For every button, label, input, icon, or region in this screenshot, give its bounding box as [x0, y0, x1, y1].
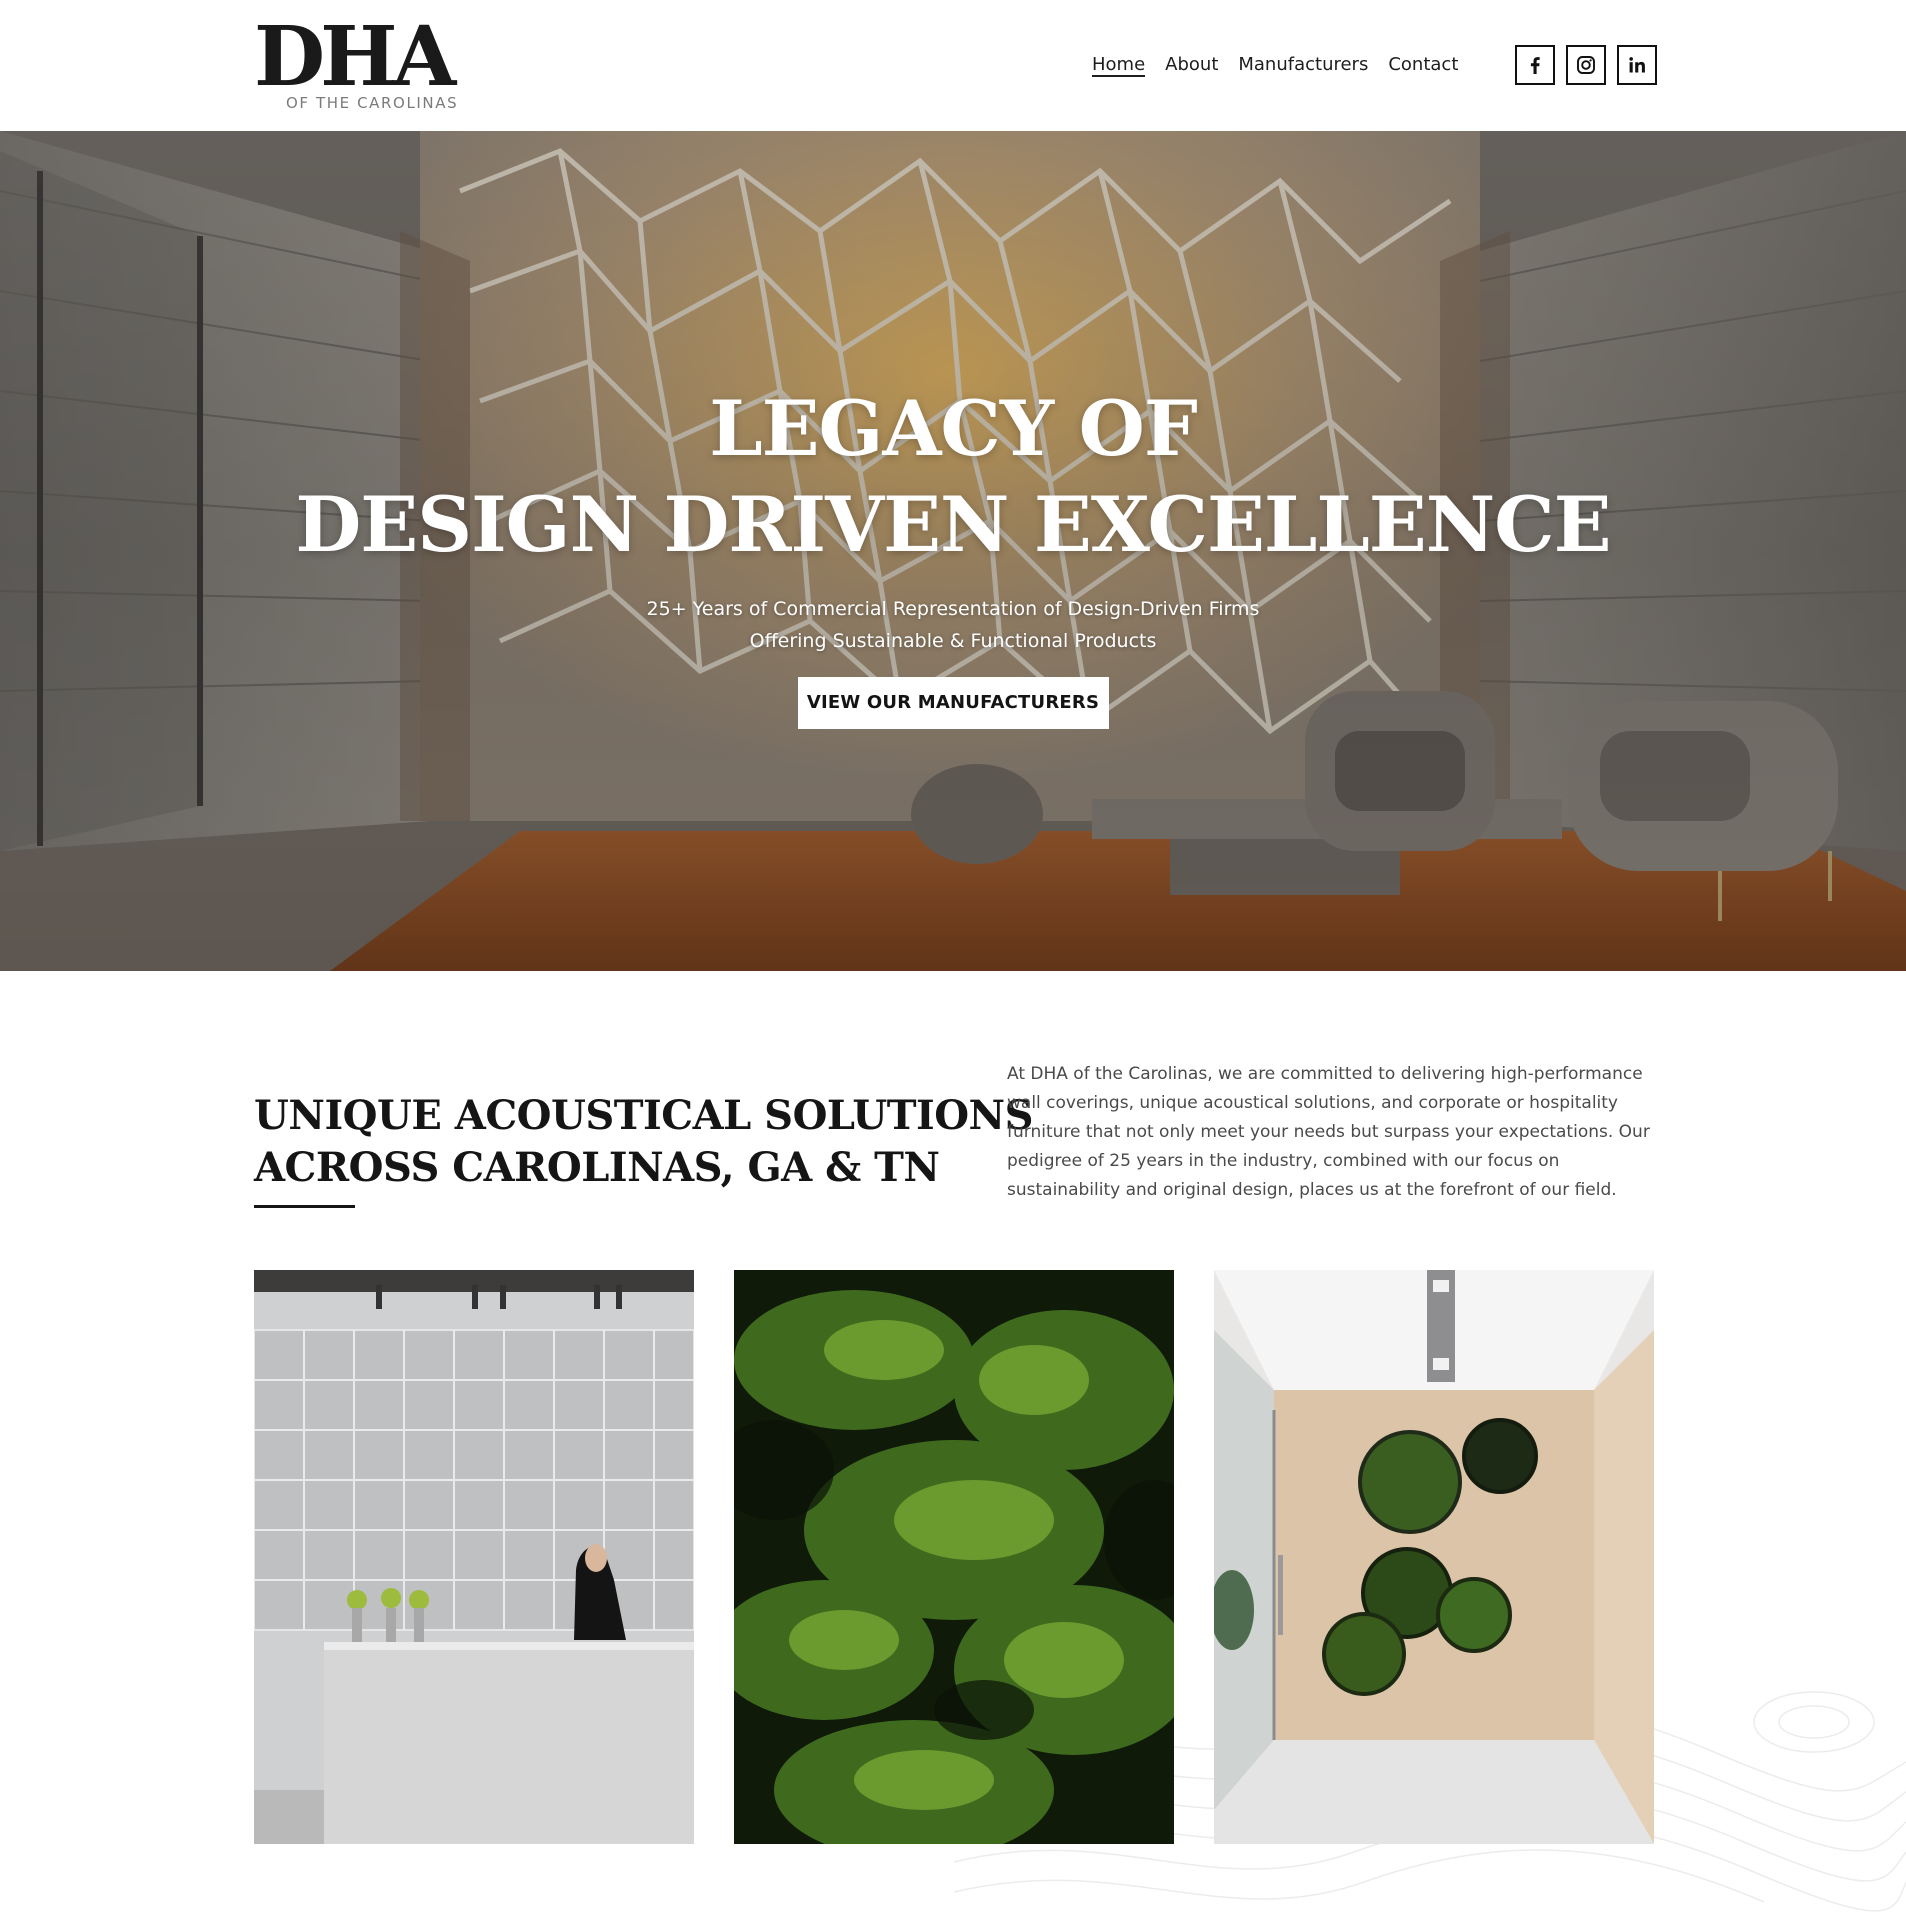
heading-underline	[254, 1205, 355, 1208]
logo-wordmark: DHA	[254, 9, 456, 105]
hero-title-line-2: DESIGN DRIVEN EXCELLENCE	[295, 480, 1611, 569]
instagram-link[interactable]	[1566, 45, 1606, 85]
hero-title: LEGACY OF DESIGN DRIVEN EXCELLENCE	[0, 381, 1906, 573]
section-heading-line-1: UNIQUE ACOUSTICAL SOLUTIONS	[254, 1092, 1034, 1139]
view-manufacturers-button[interactable]: VIEW OUR MANUFACTURERS	[797, 677, 1109, 729]
intro-paragraph: At DHA of the Carolinas, we are committe…	[1007, 1064, 1650, 1200]
gallery-image-moss	[734, 1270, 1174, 1844]
hero-title-line-1: LEGACY OF	[709, 384, 1198, 473]
site-header: DHA OF THE CAROLINAS Home About Manufact…	[0, 0, 1906, 131]
nav-about-link[interactable]: About	[1165, 53, 1218, 77]
social-links	[1515, 45, 1657, 85]
hero-subtitle-line-2: Offering Sustainable & Functional Produc…	[749, 630, 1157, 652]
nav-manufacturers-link[interactable]: Manufacturers	[1238, 53, 1368, 77]
reception-desk-image	[254, 1270, 694, 1844]
section-heading: UNIQUE ACOUSTICAL SOLUTIONS ACROSS CAROL…	[254, 1090, 1034, 1194]
nav-home-link[interactable]: Home	[1092, 53, 1146, 77]
instagram-icon	[1577, 56, 1595, 74]
linkedin-icon	[1629, 57, 1645, 73]
hero-subtitle-line-1: 25+ Years of Commercial Representation o…	[646, 598, 1260, 620]
facebook-icon	[1530, 57, 1540, 74]
gallery-image-hallway	[1214, 1270, 1654, 1844]
gallery-image-reception	[254, 1270, 694, 1844]
section-heading-line-2: ACROSS CAROLINAS, GA & TN	[254, 1144, 940, 1191]
main-nav: Home About Manufacturers Contact	[1092, 53, 1458, 77]
hero-content: LEGACY OF DESIGN DRIVEN EXCELLENCE 25+ Y…	[0, 381, 1906, 729]
moss-wall-hallway-image	[1214, 1270, 1654, 1844]
hero-subtitle: 25+ Years of Commercial Representation o…	[0, 593, 1906, 657]
facebook-link[interactable]	[1515, 45, 1555, 85]
site-logo[interactable]: DHA OF THE CAROLINAS	[254, 14, 476, 114]
linkedin-link[interactable]	[1617, 45, 1657, 85]
hero-section: LEGACY OF DESIGN DRIVEN EXCELLENCE 25+ Y…	[0, 131, 1906, 971]
preserved-leaves-image	[734, 1270, 1174, 1844]
logo-subtitle: OF THE CAROLINAS	[286, 94, 459, 112]
nav-contact-link[interactable]: Contact	[1388, 53, 1458, 77]
